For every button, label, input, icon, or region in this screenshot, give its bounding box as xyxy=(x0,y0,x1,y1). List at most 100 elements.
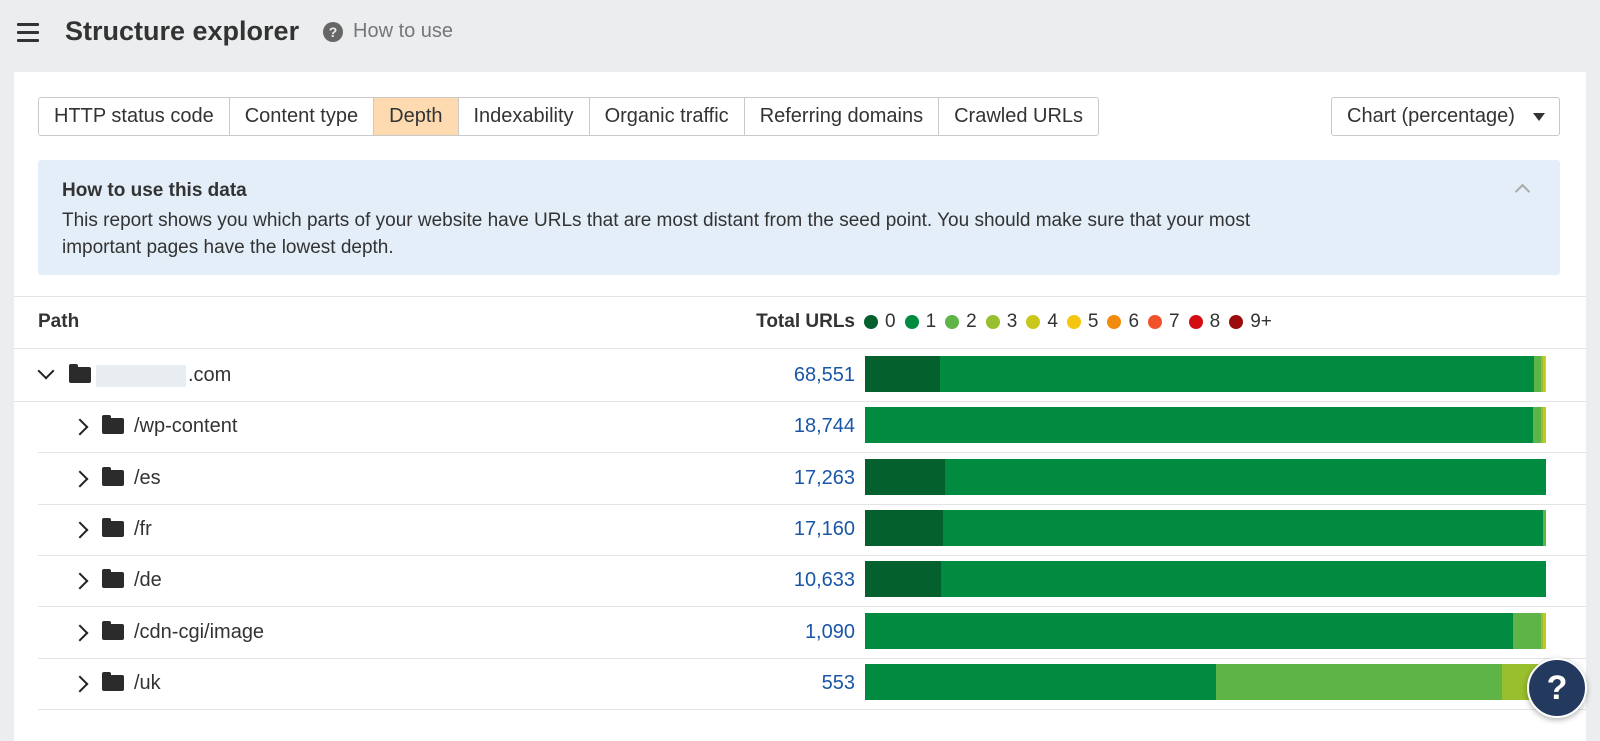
legend-dot-icon xyxy=(985,315,1000,329)
bar-segment-depth-1[interactable] xyxy=(865,663,1216,700)
legend-dot-icon xyxy=(864,315,878,329)
chevron-down-icon[interactable] xyxy=(37,362,55,380)
legend-item: 7 xyxy=(1148,311,1180,333)
path-column-header: Path xyxy=(38,311,80,332)
row-path[interactable]: /fr xyxy=(134,518,152,541)
bar-segment-depth-5[interactable] xyxy=(1544,356,1546,392)
row-total-urls[interactable]: 68,551 xyxy=(654,364,855,387)
depth-distribution-bar[interactable] xyxy=(865,458,1546,495)
row-path[interactable]: /es xyxy=(134,467,161,490)
report-panel: HTTP status code Content type Depth Indexab… xyxy=(14,72,1586,741)
row-path[interactable]: /de xyxy=(134,569,162,592)
legend-label: 7 xyxy=(1169,311,1180,332)
tab-depth[interactable]: Depth xyxy=(374,98,459,135)
chevron-right-icon[interactable] xyxy=(71,572,89,590)
tab-http-status-code[interactable]: HTTP status code xyxy=(39,98,230,135)
tab-referring-domains[interactable]: Referring domains xyxy=(744,98,940,135)
row-total-urls[interactable]: 17,160 xyxy=(654,518,855,541)
bar-segment-depth-2[interactable] xyxy=(1513,612,1542,649)
bar-segment-depth-2[interactable] xyxy=(1533,407,1542,444)
legend-dot-icon xyxy=(1107,315,1122,329)
tab-organic-traffic[interactable]: Organic traffic xyxy=(589,98,745,135)
info-title: How to use this data xyxy=(62,180,247,201)
metric-tabs: HTTP status code Content type Depth Indexab… xyxy=(38,97,1100,136)
chevron-right-icon[interactable] xyxy=(71,624,89,641)
menu-icon[interactable] xyxy=(17,23,39,43)
how-to-use-label: How to use xyxy=(353,20,454,42)
table-row[interactable]: .com 68,551 xyxy=(14,350,1586,402)
legend-item: 1 xyxy=(904,311,937,333)
chevron-right-icon[interactable] xyxy=(71,675,89,693)
view-mode-value: Chart (percentage) xyxy=(1347,105,1515,127)
help-button[interactable]: ? xyxy=(1527,658,1587,718)
question-circle-icon: ? xyxy=(323,21,343,42)
bar-segment-depth-4[interactable] xyxy=(1543,407,1546,444)
bar-segment-depth-2[interactable] xyxy=(1533,356,1542,392)
how-to-use-link[interactable]: ? How to use xyxy=(323,20,453,43)
row-path[interactable]: .com xyxy=(96,364,231,387)
chevron-right-icon[interactable] xyxy=(71,418,89,436)
legend-item: 8 xyxy=(1188,311,1221,333)
legend-dot-icon xyxy=(1148,315,1163,329)
tab-content-type[interactable]: Content type xyxy=(229,98,375,135)
info-box: How to use this data This report shows y… xyxy=(38,160,1560,275)
bar-segment-depth-0[interactable] xyxy=(865,561,941,598)
table-header: Path Total URLs 0 1 2 3 4 5 6 7 8 9+ xyxy=(14,297,1586,349)
row-path-label: /es xyxy=(134,466,161,489)
bar-segment-depth-0[interactable] xyxy=(865,458,945,495)
page-title: Structure explorer xyxy=(65,16,300,46)
legend-item: 5 xyxy=(1066,311,1098,333)
bar-segment-depth-0[interactable] xyxy=(865,509,944,546)
bar-segment-depth-1[interactable] xyxy=(865,407,1534,444)
depth-distribution-bar[interactable] xyxy=(865,663,1546,700)
table-row[interactable]: /es 17,263 xyxy=(14,453,1586,505)
bar-segment-depth-2[interactable] xyxy=(1543,509,1546,546)
row-path-label: .com xyxy=(188,364,232,386)
depth-distribution-bar[interactable] xyxy=(865,407,1546,444)
row-path[interactable]: /uk xyxy=(134,672,161,695)
bar-segment-depth-4[interactable] xyxy=(1542,612,1546,649)
row-total-urls[interactable]: 10,633 xyxy=(654,569,855,592)
table-row[interactable]: /wp-content 18,744 xyxy=(14,401,1586,454)
legend-label: 4 xyxy=(1047,311,1058,332)
top-bar: Structure explorer ? How to use xyxy=(0,0,1600,72)
legend-label: 8 xyxy=(1209,311,1221,332)
row-total-urls[interactable]: 1,090 xyxy=(654,621,855,644)
info-text: This report shows you which parts of you… xyxy=(62,210,1251,258)
depth-distribution-bar[interactable] xyxy=(865,356,1546,392)
legend-label: 0 xyxy=(885,311,896,332)
bar-segment-depth-2[interactable] xyxy=(1215,663,1503,700)
folder-icon xyxy=(69,364,91,383)
row-divider xyxy=(38,708,1586,710)
table-row[interactable]: /de 10,633 xyxy=(14,555,1586,608)
bar-segment-depth-1[interactable] xyxy=(865,612,1514,649)
depth-distribution-bar[interactable] xyxy=(865,509,1546,546)
bar-segment-depth-0[interactable] xyxy=(865,356,940,392)
folder-icon xyxy=(102,415,124,435)
table-row[interactable]: /fr 17,160 xyxy=(14,504,1586,556)
row-path-label: /wp-content xyxy=(134,415,238,438)
bar-segment-depth-1[interactable] xyxy=(943,509,1544,546)
legend-item: 4 xyxy=(1026,311,1058,333)
legend-label: 1 xyxy=(925,311,937,332)
row-total-urls[interactable]: 17,263 xyxy=(654,467,855,490)
table-row[interactable]: /uk 553 xyxy=(14,658,1586,710)
bar-segment-depth-1[interactable] xyxy=(939,356,1534,392)
chevron-right-icon[interactable] xyxy=(71,470,89,488)
tab-crawled-urls[interactable]: Crawled URLs xyxy=(939,98,1099,135)
bar-segment-depth-1[interactable] xyxy=(940,561,1546,598)
view-mode-select[interactable]: Chart (percentage) xyxy=(1331,97,1560,136)
row-path[interactable]: /cdn-cgi/image xyxy=(134,621,264,644)
row-total-urls[interactable]: 18,744 xyxy=(654,415,855,438)
row-total-urls[interactable]: 553 xyxy=(654,672,855,695)
bar-segment-depth-1[interactable] xyxy=(944,458,1546,495)
folder-icon xyxy=(102,620,124,640)
depth-distribution-bar[interactable] xyxy=(865,561,1546,598)
total-urls-column-header[interactable]: Total URLs xyxy=(654,311,855,333)
legend-item: 3 xyxy=(985,311,1017,333)
tab-indexability[interactable]: Indexability xyxy=(458,98,590,135)
chevron-right-icon[interactable] xyxy=(71,521,89,539)
depth-distribution-bar[interactable] xyxy=(865,612,1546,649)
row-path[interactable]: /wp-content xyxy=(134,415,237,438)
table-row[interactable]: /cdn-cgi/image 1,090 xyxy=(14,607,1586,659)
